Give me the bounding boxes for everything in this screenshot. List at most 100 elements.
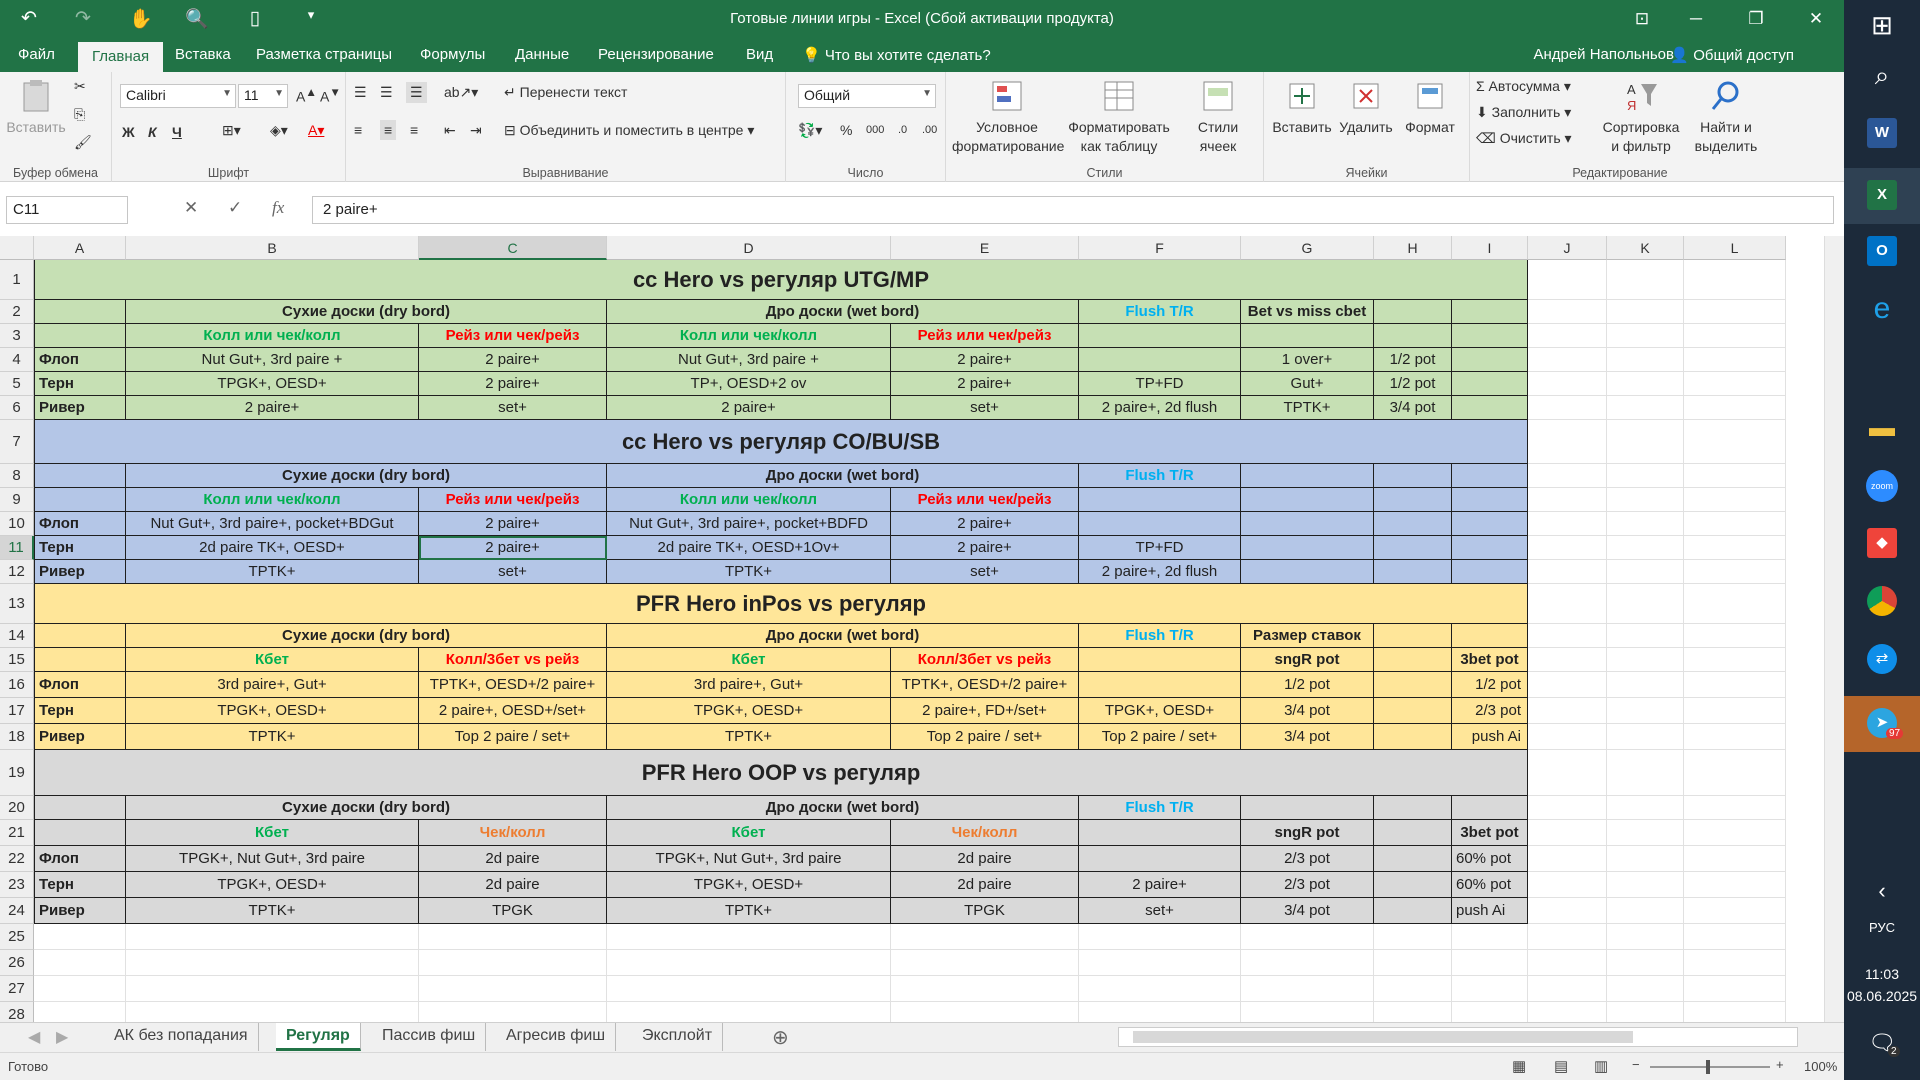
row-header-7[interactable]: 7: [0, 420, 34, 464]
cell-E5[interactable]: 2 paire+: [891, 372, 1079, 396]
cell-I6[interactable]: [1452, 396, 1528, 420]
orientation-icon[interactable]: ab↗▾: [444, 84, 478, 101]
cell-H17[interactable]: [1374, 698, 1452, 724]
cell-D3[interactable]: Колл или чек/колл: [607, 324, 891, 348]
underline-button[interactable]: Ч: [172, 124, 182, 140]
find-select-button[interactable]: Найти и выделить: [1684, 78, 1768, 156]
empty-cell[interactable]: [1607, 750, 1684, 796]
empty-cell[interactable]: [1528, 396, 1607, 420]
row-header-8[interactable]: 8: [0, 464, 34, 488]
empty-cell[interactable]: [1079, 976, 1241, 1002]
cell-H23[interactable]: [1374, 872, 1452, 898]
scroll-sheets-right-icon[interactable]: ▶: [46, 1023, 78, 1051]
empty-cell[interactable]: [1528, 536, 1607, 560]
empty-cell[interactable]: [1528, 324, 1607, 348]
cell-G17[interactable]: 3/4 pot: [1241, 698, 1374, 724]
cell-H8[interactable]: [1374, 464, 1452, 488]
cell-B21[interactable]: Кбет: [126, 820, 419, 846]
cell-B6[interactable]: 2 paire+: [126, 396, 419, 420]
cell-I15[interactable]: 3bet pot: [1452, 648, 1528, 672]
cell-styles-button[interactable]: Стили ячеек: [1178, 78, 1258, 156]
cell-C22[interactable]: 2d paire: [419, 846, 607, 872]
row-header-18[interactable]: 18: [0, 724, 34, 750]
cell-B14[interactable]: Сухие доски (dry bord): [126, 624, 607, 648]
empty-cell[interactable]: [1684, 396, 1786, 420]
cell-A12[interactable]: Ривер: [34, 560, 126, 584]
ribbon-display-icon[interactable]: ⊡: [1620, 4, 1664, 34]
select-all-corner[interactable]: [0, 236, 34, 260]
tab-view[interactable]: Вид: [746, 46, 773, 63]
cell-F23[interactable]: 2 paire+: [1079, 872, 1241, 898]
thousands-icon[interactable]: 000: [866, 124, 884, 136]
name-box[interactable]: C11: [6, 196, 128, 224]
empty-cell[interactable]: [1607, 536, 1684, 560]
empty-cell[interactable]: [1607, 898, 1684, 924]
insert-function-icon[interactable]: fx: [272, 198, 284, 218]
empty-cell[interactable]: [1684, 950, 1786, 976]
empty-cell[interactable]: [1607, 976, 1684, 1002]
cell-A3[interactable]: [34, 324, 126, 348]
cell-A2[interactable]: [34, 300, 126, 324]
empty-cell[interactable]: [1079, 1002, 1241, 1022]
font-size-select[interactable]: 11 ▼: [238, 84, 288, 108]
empty-cell[interactable]: [607, 976, 891, 1002]
section-title[interactable]: cc Hero vs регуляр CO/BU/SB: [34, 420, 1528, 464]
row-header-9[interactable]: 9: [0, 488, 34, 512]
cell-F14[interactable]: Flush T/R: [1079, 624, 1241, 648]
cell-C3[interactable]: Рейз или чек/рейз: [419, 324, 607, 348]
empty-cell[interactable]: [1607, 560, 1684, 584]
cell-B12[interactable]: TPTK+: [126, 560, 419, 584]
empty-cell[interactable]: [34, 976, 126, 1002]
cell-A21[interactable]: [34, 820, 126, 846]
clock-date[interactable]: 08.06.2025: [1844, 988, 1920, 1004]
cell-G22[interactable]: 2/3 pot: [1241, 846, 1374, 872]
empty-cell[interactable]: [891, 950, 1079, 976]
autosum-button[interactable]: Σ Автосумма ▾: [1476, 78, 1571, 95]
empty-cell[interactable]: [126, 924, 419, 950]
empty-cell[interactable]: [1684, 796, 1786, 820]
cell-D18[interactable]: TPTK+: [607, 724, 891, 750]
column-header-L[interactable]: L: [1684, 236, 1786, 260]
sheet-tab[interactable]: Агресив фиш: [496, 1023, 617, 1051]
empty-cell[interactable]: [1607, 260, 1684, 300]
cell-I2[interactable]: [1452, 300, 1528, 324]
cell-D11[interactable]: 2d paire TK+, OESD+1Ov+: [607, 536, 891, 560]
percent-icon[interactable]: %: [840, 122, 852, 138]
empty-cell[interactable]: [1607, 300, 1684, 324]
empty-cell[interactable]: [1684, 750, 1786, 796]
cell-D16[interactable]: 3rd paire+, Gut+: [607, 672, 891, 698]
cell-F18[interactable]: Top 2 paire / set+: [1079, 724, 1241, 750]
empty-cell[interactable]: [1452, 976, 1528, 1002]
cell-H11[interactable]: [1374, 536, 1452, 560]
empty-cell[interactable]: [419, 924, 607, 950]
empty-cell[interactable]: [1607, 846, 1684, 872]
cell-A11[interactable]: Терн: [34, 536, 126, 560]
cell-F3[interactable]: [1079, 324, 1241, 348]
cell-H15[interactable]: [1374, 648, 1452, 672]
cell-E9[interactable]: Рейз или чек/рейз: [891, 488, 1079, 512]
cell-H6[interactable]: 3/4 pot: [1374, 396, 1452, 420]
empty-cell[interactable]: [1607, 348, 1684, 372]
cell-G2[interactable]: Bet vs miss cbet: [1241, 300, 1374, 324]
cell-I20[interactable]: [1452, 796, 1528, 820]
cell-E15[interactable]: Колл/3бет vs рейз: [891, 648, 1079, 672]
tab-home[interactable]: Главная: [78, 42, 164, 72]
cell-F10[interactable]: [1079, 512, 1241, 536]
cell-E11[interactable]: 2 paire+: [891, 536, 1079, 560]
column-header-F[interactable]: F: [1079, 236, 1241, 260]
row-header-17[interactable]: 17: [0, 698, 34, 724]
cell-B3[interactable]: Колл или чек/колл: [126, 324, 419, 348]
enter-icon[interactable]: ✓: [228, 198, 242, 218]
cell-C21[interactable]: Чек/колл: [419, 820, 607, 846]
conditional-formatting-button[interactable]: Условное форматирование: [952, 78, 1064, 156]
cell-F8[interactable]: Flush T/R: [1079, 464, 1241, 488]
empty-cell[interactable]: [1607, 584, 1684, 624]
empty-cell[interactable]: [607, 1002, 891, 1022]
empty-cell[interactable]: [1607, 1002, 1684, 1022]
empty-cell[interactable]: [891, 1002, 1079, 1022]
empty-cell[interactable]: [126, 950, 419, 976]
empty-cell[interactable]: [1528, 584, 1607, 624]
cell-G6[interactable]: TPTK+: [1241, 396, 1374, 420]
empty-cell[interactable]: [1684, 260, 1786, 300]
cell-A18[interactable]: Ривер: [34, 724, 126, 750]
